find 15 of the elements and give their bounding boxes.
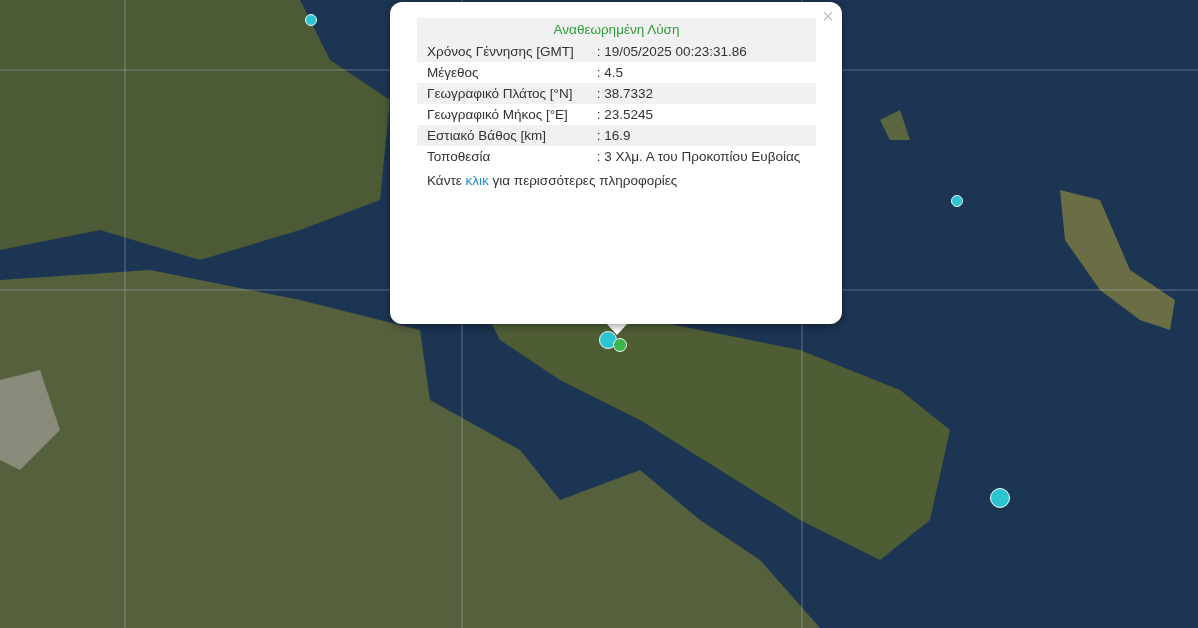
- field-label: Χρόνος Γέννησης [GMT]: [417, 41, 597, 62]
- field-value: : 19/05/2025 00:23:31.86: [596, 41, 816, 62]
- field-label: Εστιακό Βάθος [km]: [417, 125, 597, 146]
- field-value: : 38.7332: [596, 83, 816, 104]
- more-info-link[interactable]: κλικ: [465, 173, 489, 188]
- field-value: : 4.5: [596, 62, 816, 83]
- more-info-text: Κάντε κλικ για περισσότερες πληροφορίες: [427, 173, 679, 188]
- field-label: Γεωγραφικό Πλάτος [°N]: [417, 83, 597, 104]
- popup-title: Αναθεωρημένη Λύση: [417, 18, 816, 41]
- field-label: Μέγεθος: [417, 62, 597, 83]
- field-value: : 3 Χλμ. Α του Προκοπίου Ευβοίας: [596, 146, 816, 167]
- field-label: Γεωγραφικό Μήκος [°E]: [417, 104, 597, 125]
- field-value: : 16.9: [596, 125, 816, 146]
- field-value: : 23.5245: [596, 104, 816, 125]
- field-label: Τοποθεσία: [417, 146, 597, 167]
